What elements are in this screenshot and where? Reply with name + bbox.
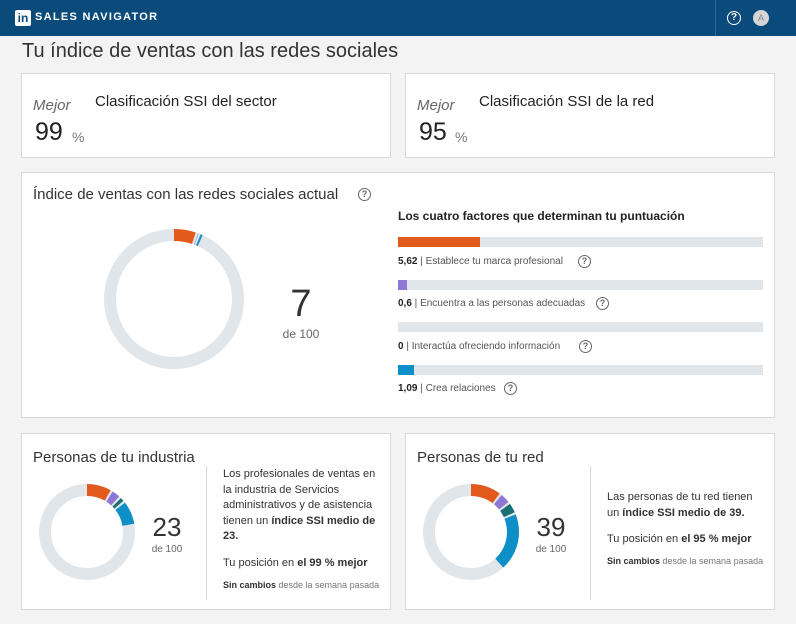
factors-title: Los cuatro factores que determinan tu pu… (398, 209, 685, 223)
topbar-divider (715, 0, 716, 36)
help-question-icon[interactable]: ? (504, 382, 517, 395)
factor-label-people: 0,6 | Encuentra a las personas adecuadas (398, 298, 586, 309)
vertical-divider (206, 466, 207, 600)
group-position: Tu posición en el 99 % mejor (223, 557, 368, 569)
page-title: Tu índice de ventas con las redes social… (22, 40, 399, 62)
network-ranking-card: Mejor 95 % Clasificación SSI de la red (405, 73, 775, 158)
factor-fill-people (398, 280, 407, 290)
ssi-title: Índice de ventas con las redes sociales … (33, 186, 339, 203)
current-ssi-card: Índice de ventas con las redes sociales … (21, 172, 775, 418)
factor-label-insights: 0 | Interactúa ofreciendo información (398, 341, 561, 352)
rank-value: 95 (419, 118, 447, 146)
rank-unit: % (72, 129, 85, 145)
vertical-divider (590, 466, 591, 600)
industry-ranking-card: Mejor 99 % Clasificación SSI del sector (21, 73, 391, 158)
group-position: Tu posición en el 95 % mejor (607, 533, 752, 545)
factor-fill-relationships (398, 365, 414, 375)
network-peers-card: Personas de tu red 39 de 100 Las persona… (405, 433, 775, 610)
rank-title: Clasificación SSI de la red (479, 93, 655, 110)
rank-label: Mejor (33, 97, 71, 114)
brand-name[interactable]: SALES NAVIGATOR (35, 11, 158, 23)
ssi-score-sub: de 100 (282, 327, 320, 341)
rank-label: Mejor (417, 97, 455, 114)
help-question-icon[interactable]: ? (596, 297, 609, 310)
group-change: Sin cambios desde la semana pasada (223, 580, 380, 590)
factor-bar-insights (398, 322, 763, 332)
group-score: 23 (152, 512, 182, 542)
industry-peers-card: Personas de tu industria 23 de 100 Los p… (21, 433, 391, 610)
help-question-icon[interactable]: ? (727, 11, 741, 25)
ssi-donut-chart (104, 229, 244, 369)
group-title: Personas de tu red (417, 449, 544, 466)
rank-title: Clasificación SSI del sector (95, 93, 277, 110)
group-title: Personas de tu industria (33, 449, 195, 466)
factor-bar-relationships (398, 365, 763, 375)
factor-fill-brand (398, 237, 481, 247)
group-score: 39 (536, 512, 566, 542)
help-question-icon[interactable]: ? (579, 340, 592, 353)
rank-value: 99 (35, 118, 63, 146)
ssi-score: 7 (290, 283, 312, 325)
group-description: Los profesionales de ventas en la indust… (223, 468, 376, 543)
factor-bar-brand (398, 237, 763, 247)
help-question-icon[interactable]: ? (578, 255, 591, 268)
factor-bar-people (398, 280, 763, 290)
group-description: Las personas de tu red tienen un índice … (607, 491, 753, 519)
group-score-sub: de 100 (151, 544, 183, 555)
donut-track (104, 229, 244, 369)
linkedin-logo[interactable]: in (15, 10, 31, 26)
factor-label-brand: 5,62 | Establece tu marca profesional (398, 256, 563, 267)
network-donut-chart (423, 484, 519, 580)
top-navigation-bar: in SALES NAVIGATOR ? A (0, 0, 796, 36)
avatar[interactable]: A (753, 10, 769, 26)
industry-donut-chart (39, 484, 135, 580)
rank-unit: % (455, 129, 468, 145)
factor-label-relationships: 1,09 | Crea relaciones (398, 383, 496, 394)
group-change: Sin cambios desde la semana pasada (607, 556, 764, 566)
group-score-sub: de 100 (535, 544, 567, 555)
help-question-icon[interactable]: ? (358, 188, 371, 201)
donut-track (39, 484, 135, 580)
